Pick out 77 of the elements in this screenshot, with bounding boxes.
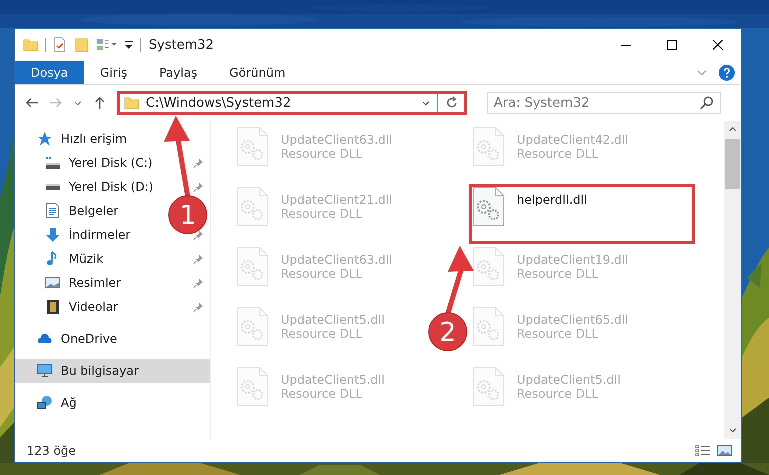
file-type: Resource DLL — [517, 327, 600, 341]
sidebar-item[interactable]: Ağ — [15, 391, 210, 415]
folder-icon — [124, 95, 140, 111]
sidebar-item[interactable]: Hızlı erişim — [15, 127, 210, 151]
maximize-icon — [667, 40, 677, 50]
back-arrow-icon[interactable] — [25, 96, 39, 110]
file-name: UpdateClient19.dll — [517, 253, 629, 267]
file-type: Resource DLL — [517, 267, 600, 281]
view-dropdown-icon[interactable] — [96, 37, 118, 53]
sidebar-item[interactable]: Yerel Disk (D:) — [15, 175, 160, 199]
close-icon — [713, 40, 723, 50]
help-icon[interactable] — [719, 64, 735, 80]
up-arrow-icon[interactable] — [93, 96, 107, 110]
file-type: Resource DLL — [281, 387, 364, 401]
drive-icon — [45, 184, 61, 190]
sidebar-item[interactable]: Bu bilgisayar — [15, 359, 210, 383]
drive-icon — [45, 155, 61, 171]
sidebar-item[interactable]: Yerel Disk (C:) — [15, 151, 159, 175]
address-bar[interactable]: C:\Windows\System32 — [117, 91, 467, 115]
file-name: UpdateClient42.dll — [517, 133, 629, 147]
sidebar-item[interactable]: Resimler — [15, 271, 128, 295]
network-icon — [37, 395, 53, 411]
sidebar-item[interactable]: Belgeler — [15, 199, 125, 223]
scroll-thumb[interactable] — [725, 139, 740, 189]
pin-icon[interactable] — [193, 182, 204, 192]
number-badge: 1 — [168, 196, 208, 234]
file-name: UpdateClient5.dll — [281, 313, 385, 327]
ribbon-tab[interactable]: Görünüm — [214, 61, 302, 84]
pin-icon[interactable] — [193, 158, 204, 168]
customize-caret-icon[interactable] — [124, 40, 134, 50]
sidebar-item[interactable]: Videolar — [15, 295, 124, 319]
file-name: helperdll.dll — [517, 193, 588, 207]
minimize-icon — [621, 44, 631, 46]
pin-icon[interactable] — [193, 230, 204, 240]
image-icon — [45, 275, 61, 291]
file-type: Resource DLL — [281, 327, 364, 341]
window-title: System32 — [149, 38, 214, 52]
details-view-icon[interactable] — [695, 442, 711, 458]
ribbon-tab[interactable]: Giriş — [84, 61, 144, 84]
monitor-icon — [37, 363, 53, 379]
file-name: UpdateClient21.dll — [281, 193, 393, 207]
file-type: Resource DLL — [517, 147, 600, 161]
expand-ribbon-icon[interactable] — [697, 68, 707, 78]
file-type: Resource DLL — [281, 207, 364, 221]
item-count: 123 öğe — [27, 444, 76, 458]
file-name: UpdateClient5.dll — [517, 373, 621, 387]
file-name: UpdateClient63.dll — [281, 253, 393, 267]
film-icon — [45, 299, 61, 315]
search-field[interactable]: Ara: System32 — [487, 92, 721, 114]
file-name: UpdateClient63.dll — [281, 133, 393, 147]
pin-icon[interactable] — [193, 278, 204, 288]
search-icon[interactable] — [699, 95, 715, 111]
pin-icon[interactable] — [193, 302, 204, 312]
download-arrow-icon — [45, 227, 61, 243]
large-icons-view-icon[interactable] — [717, 442, 733, 458]
star-icon — [37, 131, 53, 147]
file-type: Resource DLL — [281, 147, 364, 161]
pin-icon[interactable] — [193, 254, 204, 264]
new-folder-icon[interactable] — [74, 37, 90, 53]
ribbon-tab[interactable]: Dosya — [15, 61, 84, 84]
forward-arrow-icon[interactable] — [49, 96, 63, 110]
dll-file-icon[interactable] — [473, 187, 505, 227]
address-path: C:\Windows\System32 — [146, 96, 292, 110]
sidebar-item[interactable]: Müzik — [15, 247, 110, 271]
ribbon-tab[interactable]: Paylaş — [143, 61, 214, 84]
sidebar-item[interactable]: OneDrive — [15, 327, 210, 351]
scrollbar[interactable] — [724, 121, 741, 439]
sidebar-item[interactable]: İndirmeler — [15, 223, 137, 247]
file-type: Resource DLL — [517, 387, 600, 401]
number-badge: 2 — [428, 312, 468, 352]
document-icon — [45, 203, 61, 219]
folder-icon[interactable] — [23, 37, 39, 53]
file-name: UpdateClient65.dll — [517, 313, 629, 327]
file-type: Resource DLL — [281, 267, 364, 281]
properties-icon[interactable] — [52, 37, 68, 53]
file-name: UpdateClient5.dll — [281, 373, 385, 387]
callout-arrow — [446, 246, 474, 315]
